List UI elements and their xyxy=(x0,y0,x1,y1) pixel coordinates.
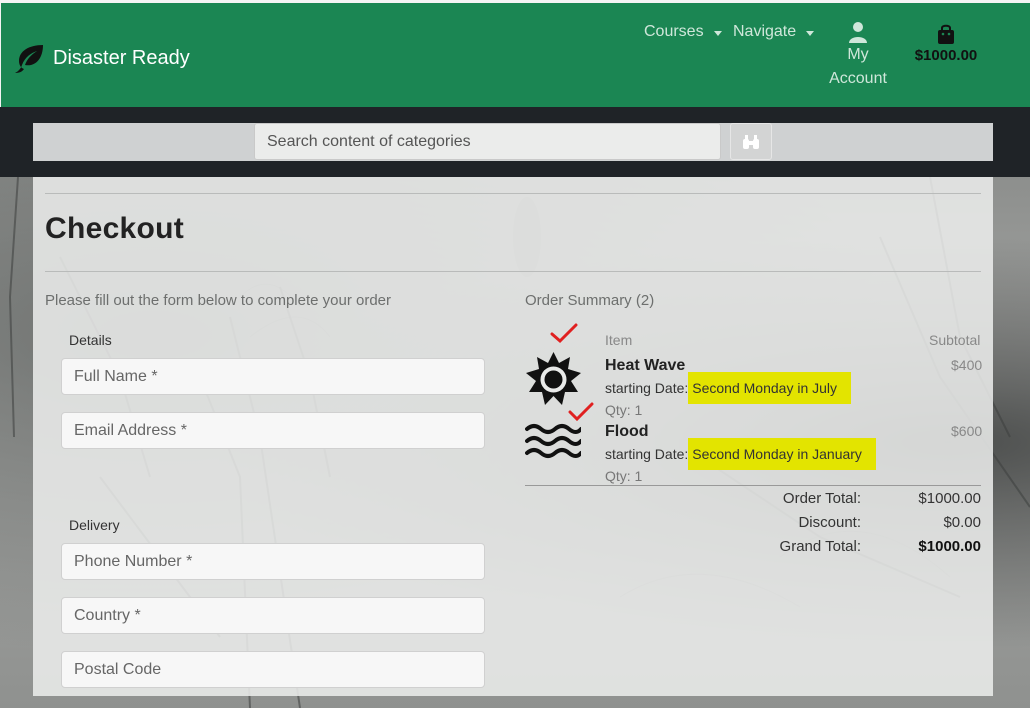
item-start-date: starting Date: Second Monday in July xyxy=(605,372,852,404)
my-account-link[interactable]: My Account xyxy=(824,21,892,91)
page-title: Checkout xyxy=(45,212,185,245)
divider-top xyxy=(45,193,981,194)
account-label-line1: My xyxy=(847,46,869,63)
user-icon xyxy=(849,22,867,43)
discount-label: Discount: xyxy=(798,514,861,531)
checkmark-icon xyxy=(550,323,578,344)
full-name-input[interactable]: Full Name * xyxy=(61,358,485,395)
start-date-value: Second Monday in July xyxy=(688,372,852,404)
col-item-header: Item xyxy=(605,332,633,348)
order-total-label: Order Total: xyxy=(782,490,861,507)
brand-name: Disaster Ready xyxy=(53,46,190,69)
nav-courses-label: Courses xyxy=(644,23,704,40)
nav-courses-dropdown[interactable]: Courses xyxy=(644,23,722,41)
order-total-value: $1000.00 xyxy=(918,490,981,507)
country-input[interactable]: Country * xyxy=(61,597,485,634)
search-input[interactable]: Search content of categories xyxy=(254,123,721,160)
postal-code-input[interactable]: Postal Code xyxy=(61,651,485,688)
leaf-icon xyxy=(15,45,43,73)
search-bar: Search content of categories xyxy=(33,123,993,161)
shopping-bag-icon xyxy=(938,24,954,44)
top-navbar: Disaster Ready Courses Navigate My Accou… xyxy=(0,0,1030,107)
item-qty: Qty: 1 xyxy=(605,402,643,418)
grand-total-value: $1000.00 xyxy=(918,538,981,555)
item-price: $400 xyxy=(951,357,983,373)
phone-input[interactable]: Phone Number * xyxy=(61,543,485,580)
discount-value: $0.00 xyxy=(943,514,981,531)
nav-navigate-dropdown[interactable]: Navigate xyxy=(733,23,815,41)
email-input[interactable]: Email Address * xyxy=(61,412,485,449)
cart-total: $1000.00 xyxy=(914,47,978,64)
waves-icon xyxy=(525,424,581,458)
cart-link[interactable]: $1000.00 xyxy=(906,23,986,64)
order-summary-heading: Order Summary (2) xyxy=(525,292,655,309)
account-label-line2: Account xyxy=(829,70,887,87)
binoculars-icon xyxy=(743,134,759,149)
chevron-down-icon xyxy=(713,30,722,36)
item-price: $600 xyxy=(951,423,983,439)
sun-icon xyxy=(526,352,581,405)
search-button[interactable] xyxy=(730,123,772,160)
chevron-down-icon xyxy=(806,30,815,36)
col-subtotal-header: Subtotal xyxy=(929,332,981,348)
item-name[interactable]: Heat Wave xyxy=(605,357,685,375)
search-band: Search content of categories xyxy=(0,107,1030,177)
brand-link[interactable]: Disaster Ready xyxy=(13,43,190,73)
item-qty: Qty: 1 xyxy=(605,468,643,484)
start-date-label: starting Date: xyxy=(605,380,689,396)
summary-divider xyxy=(525,485,981,486)
start-date-value: Second Monday in January xyxy=(688,438,876,470)
start-date-label: starting Date: xyxy=(605,446,689,462)
form-intro: Please fill out the form below to comple… xyxy=(45,292,392,309)
divider-title xyxy=(45,271,981,272)
grand-total-label: Grand Total: xyxy=(779,538,861,555)
item-name[interactable]: Flood xyxy=(605,423,649,441)
details-label: Details xyxy=(69,332,112,348)
item-start-date: starting Date: Second Monday in January xyxy=(605,438,876,470)
nav-navigate-label: Navigate xyxy=(733,23,797,40)
delivery-label: Delivery xyxy=(69,517,120,533)
